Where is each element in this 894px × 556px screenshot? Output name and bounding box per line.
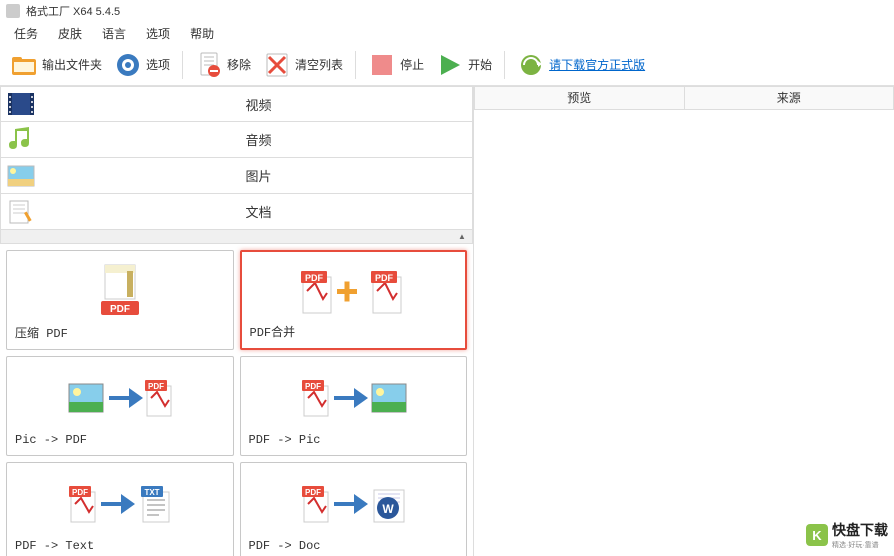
toolbar: 输出文件夹 选项 移除 清空列表 停止 开始 请下载官方正 [0,44,894,86]
title-bar: 格式工厂 X64 5.4.5 [0,0,894,22]
right-panel: 预览 来源 [474,86,894,556]
tool-grid: PDF 压缩 PDF PDF PDF PDF合并 PDF Pic -> PDF P… [0,244,473,556]
pic-to-pdf-icon: PDF [15,365,225,429]
column-preview[interactable]: 预览 [474,86,684,109]
tool-compress-pdf[interactable]: PDF 压缩 PDF [6,250,234,350]
stop-label: 停止 [400,56,424,73]
tool-label: PDF -> Pic [249,429,459,447]
image-icon [5,160,37,192]
category-document-label: 文档 [45,202,472,221]
category-document[interactable]: 文档 [0,194,473,230]
tool-label: Pic -> PDF [15,429,225,447]
compress-pdf-icon: PDF [15,259,225,320]
toolbar-separator [182,51,183,79]
menu-help[interactable]: 帮助 [182,23,222,44]
pdf-merge-icon: PDF PDF [250,260,458,319]
output-folder-label: 输出文件夹 [42,56,102,73]
stop-button[interactable]: 停止 [364,49,428,81]
scrollbar-stub: ▲ [0,230,473,244]
clear-list-label: 清空列表 [295,56,343,73]
category-video[interactable]: 视频 [0,86,473,122]
svg-text:PDF: PDF [148,382,164,391]
tool-pic-to-pdf[interactable]: PDF Pic -> PDF [6,356,234,456]
window-title: 格式工厂 X64 5.4.5 [26,3,120,19]
pdf-to-text-icon: PDF TXT [15,471,225,535]
remove-label: 移除 [227,56,251,73]
tool-pdf-merge[interactable]: PDF PDF PDF合并 [240,250,468,350]
tool-pdf-to-doc[interactable]: PDF W PDF -> Doc [240,462,468,556]
download-link-label: 请下载官方正式版 [549,56,645,73]
svg-text:PDF: PDF [305,382,321,391]
stop-icon [368,51,396,79]
start-label: 开始 [468,56,492,73]
category-video-label: 视频 [45,95,472,114]
svg-text:PDF: PDF [375,273,394,283]
category-audio-label: 音频 [45,130,472,149]
clear-list-button[interactable]: 清空列表 [259,49,347,81]
options-button[interactable]: 选项 [110,49,174,81]
column-source[interactable]: 来源 [684,86,894,109]
tool-label: PDF合并 [250,319,458,340]
folder-icon [10,51,38,79]
watermark-text: 快盘下载 [832,520,888,540]
output-folder-button[interactable]: 输出文件夹 [6,49,106,81]
category-image-label: 图片 [45,166,472,185]
menu-options[interactable]: 选项 [138,23,178,44]
remove-icon [195,51,223,79]
menu-language[interactable]: 语言 [94,23,134,44]
remove-button[interactable]: 移除 [191,49,255,81]
clear-icon [263,51,291,79]
menu-bar: 任务 皮肤 语言 选项 帮助 [0,22,894,44]
watermark-text-wrap: 快盘下载 精选·好玩·靠谱 [832,520,888,550]
options-icon [114,51,142,79]
menu-skin[interactable]: 皮肤 [50,23,90,44]
category-image[interactable]: 图片 [0,158,473,194]
scroll-up-icon[interactable]: ▲ [456,232,468,242]
globe-refresh-icon [517,51,545,79]
toolbar-separator [355,51,356,79]
audio-icon [5,124,37,156]
svg-text:TXT: TXT [144,488,159,497]
watermark-subtext: 精选·好玩·靠谱 [832,540,888,550]
svg-text:PDF: PDF [305,273,324,283]
play-icon [436,51,464,79]
right-header: 预览 来源 [474,86,894,110]
category-audio[interactable]: 音频 [0,122,473,158]
tool-label: PDF -> Text [15,535,225,553]
start-button[interactable]: 开始 [432,49,496,81]
app-icon [6,4,20,18]
watermark-icon: K [806,524,828,546]
tool-pdf-to-text[interactable]: PDF TXT PDF -> Text [6,462,234,556]
svg-text:W: W [383,502,395,516]
tool-label: PDF -> Doc [249,535,459,553]
tool-pdf-to-pic[interactable]: PDF PDF -> Pic [240,356,468,456]
left-panel: 视频 音频 图片 文档 ▲ PDF [0,86,474,556]
download-link-button[interactable]: 请下载官方正式版 [513,49,649,81]
toolbar-separator [504,51,505,79]
video-icon [5,88,37,120]
options-label: 选项 [146,56,170,73]
watermark: K 快盘下载 精选·好玩·靠谱 [806,520,888,550]
pdf-to-doc-icon: PDF W [249,471,459,535]
svg-text:PDF: PDF [72,488,88,497]
tool-label: 压缩 PDF [15,320,225,341]
pdf-to-pic-icon: PDF [249,365,459,429]
svg-text:PDF: PDF [110,304,130,315]
main-content: 视频 音频 图片 文档 ▲ PDF [0,86,894,556]
document-icon [5,196,37,228]
svg-text:PDF: PDF [305,488,321,497]
menu-task[interactable]: 任务 [6,23,46,44]
